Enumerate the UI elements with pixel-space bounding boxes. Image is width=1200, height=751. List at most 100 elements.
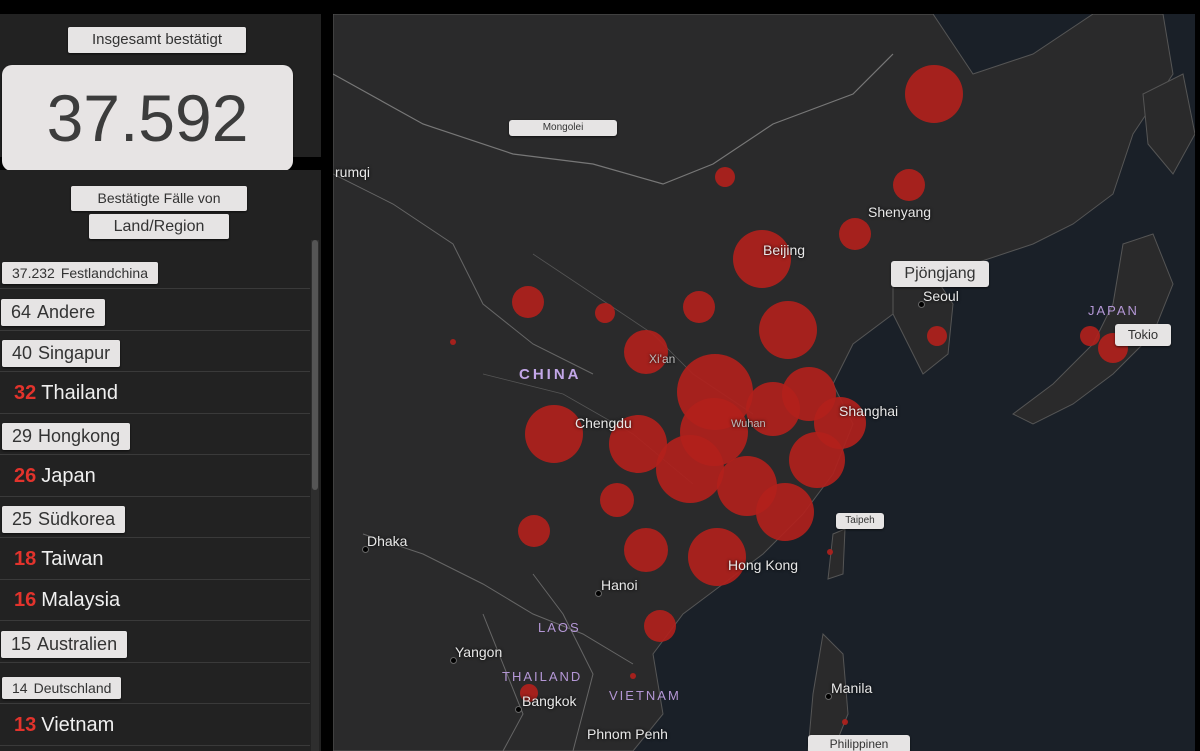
list-item-label: 16 Malaysia bbox=[14, 589, 120, 612]
case-bubble[interactable] bbox=[512, 286, 544, 318]
case-bubble[interactable] bbox=[518, 515, 550, 547]
case-bubble[interactable] bbox=[644, 610, 676, 642]
case-count: 37.232 bbox=[12, 265, 55, 281]
list-item-label: 40 Singapur bbox=[2, 340, 121, 367]
case-count: 15 bbox=[11, 633, 32, 654]
country-name: Südkorea bbox=[38, 509, 116, 529]
case-bubble[interactable] bbox=[893, 169, 925, 201]
list-item-label: 32 Thailand bbox=[14, 382, 118, 405]
case-bubble[interactable] bbox=[759, 301, 817, 359]
case-bubble[interactable] bbox=[789, 432, 845, 488]
label-china: CHINA bbox=[519, 366, 582, 383]
case-bubbles bbox=[450, 65, 1128, 725]
label-hongkong: Hong Kong bbox=[728, 557, 799, 573]
label-vietnam: VIETNAM bbox=[609, 688, 681, 703]
case-count: 26 bbox=[14, 464, 37, 487]
label-seoul: Seoul bbox=[923, 288, 959, 304]
list-item[interactable]: 14 Deutschland bbox=[0, 663, 310, 704]
list-item[interactable]: 16 Malaysia bbox=[0, 580, 310, 621]
case-count: 14 bbox=[12, 680, 28, 696]
label-hanoi: Hanoi bbox=[601, 577, 638, 593]
list-item-label: 18 Taiwan bbox=[14, 548, 104, 571]
list-scrollbar-thumb[interactable] bbox=[312, 240, 318, 490]
label-laos: LAOS bbox=[538, 620, 581, 635]
list-item-label: 26 Japan bbox=[14, 465, 96, 488]
city-dot-seoul bbox=[918, 301, 925, 308]
country-name: Japan bbox=[41, 464, 96, 487]
label-wuhan: Wuhan bbox=[731, 418, 766, 430]
total-confirmed-title: Insgesamt bestätigt bbox=[68, 27, 246, 53]
country-name: Festlandchina bbox=[60, 265, 148, 281]
label-yangon: Yangon bbox=[455, 644, 503, 660]
city-dot-manila bbox=[825, 693, 832, 700]
label-taipeh: Taipeh bbox=[836, 513, 884, 529]
country-name: Vietnam bbox=[41, 713, 115, 736]
list-item-label: 29 Hongkong bbox=[2, 423, 131, 450]
case-bubble[interactable] bbox=[1080, 326, 1100, 346]
case-bubble[interactable] bbox=[624, 528, 668, 572]
list-item[interactable]: 64 Andere bbox=[0, 290, 310, 331]
case-bubble[interactable] bbox=[756, 483, 814, 541]
country-name: Thailand bbox=[41, 381, 118, 404]
list-item[interactable]: 37.232 Festlandchina bbox=[0, 248, 310, 289]
list-scrollbar[interactable] bbox=[311, 240, 319, 751]
case-bubble[interactable] bbox=[927, 326, 947, 346]
case-bubble[interactable] bbox=[525, 405, 583, 463]
label-shenyang: Shenyang bbox=[868, 204, 932, 220]
case-bubble[interactable] bbox=[733, 230, 791, 288]
case-bubble[interactable] bbox=[450, 339, 456, 345]
case-bubble[interactable] bbox=[630, 673, 636, 679]
list-subtitle: Land/Region bbox=[89, 214, 229, 239]
country-name: Hongkong bbox=[38, 426, 121, 446]
label-xian: Xi'an bbox=[649, 352, 676, 366]
case-bubble[interactable] bbox=[656, 435, 724, 503]
list-item-label: 15 Australien bbox=[1, 630, 128, 658]
list-item[interactable]: 15 Australien bbox=[0, 622, 310, 663]
case-count: 25 bbox=[12, 509, 33, 529]
label-dhaka: Dhaka bbox=[367, 533, 408, 549]
label-chengdu: Chengdu bbox=[575, 415, 632, 431]
list-item[interactable]: 40 Singapur bbox=[0, 331, 310, 372]
case-bubble[interactable] bbox=[595, 303, 615, 323]
label-thailand: THAILAND bbox=[502, 669, 583, 684]
total-confirmed-panel: Insgesamt bestätigt 37.592 bbox=[0, 14, 321, 171]
country-name: Australien bbox=[37, 633, 118, 654]
map-view[interactable]: Mongolei CHINA JAPAN LAOS THAILAND VIETN… bbox=[333, 14, 1195, 751]
city-dot-yangon bbox=[450, 657, 457, 664]
list-item[interactable]: 13 Vietnam bbox=[0, 705, 310, 746]
case-count: 64 bbox=[11, 301, 32, 322]
case-bubble[interactable] bbox=[715, 167, 735, 187]
label-mongolei: Mongolei bbox=[509, 120, 617, 136]
country-name: Taiwan bbox=[41, 547, 104, 570]
list-item[interactable]: 25 Südkorea bbox=[0, 497, 310, 538]
list-item-label: 64 Andere bbox=[1, 298, 106, 326]
list-item[interactable]: 18 Taiwan bbox=[0, 539, 310, 580]
case-count: 13 bbox=[14, 713, 37, 736]
case-bubble[interactable] bbox=[827, 549, 833, 555]
case-bubble[interactable] bbox=[842, 719, 848, 725]
case-bubble[interactable] bbox=[905, 65, 963, 123]
list-item-label: 37.232 Festlandchina bbox=[2, 262, 158, 284]
list-item[interactable]: 29 Hongkong bbox=[0, 414, 310, 455]
case-count: 18 bbox=[14, 547, 37, 570]
city-dot-hanoi bbox=[595, 590, 602, 597]
case-count: 29 bbox=[12, 426, 33, 446]
label-manila: Manila bbox=[831, 680, 873, 696]
case-count: 40 bbox=[12, 343, 33, 363]
country-name: Andere bbox=[37, 301, 96, 322]
label-beijing: Beijing bbox=[763, 242, 806, 258]
label-pyongyang: Pjöngjang bbox=[891, 261, 989, 287]
country-name: Singapur bbox=[38, 343, 111, 363]
case-bubble[interactable] bbox=[683, 291, 715, 323]
list-item[interactable]: 32 Thailand bbox=[0, 373, 310, 414]
list-item[interactable]: 26 Japan bbox=[0, 456, 310, 497]
case-bubble[interactable] bbox=[839, 218, 871, 250]
case-bubble[interactable] bbox=[600, 483, 634, 517]
list-item-label: 25 Südkorea bbox=[2, 506, 126, 533]
label-shanghai: Shanghai bbox=[839, 403, 899, 419]
list-item-label: 14 Deutschland bbox=[2, 677, 122, 699]
label-phnompenh: Phnom Penh bbox=[587, 726, 668, 742]
label-bangkok: Bangkok bbox=[522, 693, 577, 709]
label-philippinen: Philippinen bbox=[808, 735, 910, 751]
label-urumqi: rumqi bbox=[335, 164, 371, 180]
